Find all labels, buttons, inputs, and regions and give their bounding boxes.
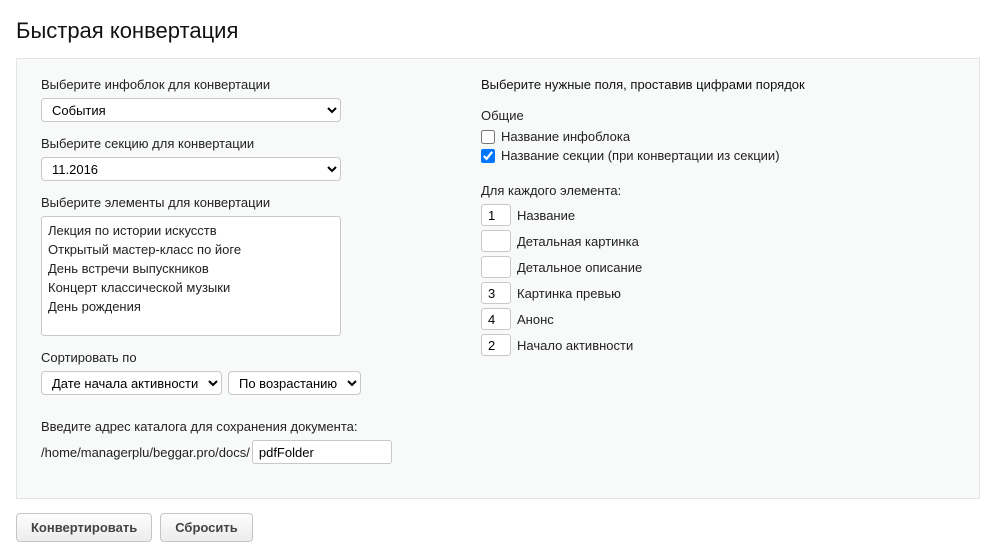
button-row: Конвертировать Сбросить <box>16 513 980 542</box>
order-input[interactable] <box>481 282 511 304</box>
section-select[interactable]: 11.2016 <box>41 157 341 181</box>
order-row: Детальное описание <box>481 256 955 278</box>
per-element-subheading: Для каждого элемента: <box>481 183 955 198</box>
order-label: Начало активности <box>517 338 633 353</box>
section-label: Выберите секцию для конвертации <box>41 136 441 151</box>
order-row: Название <box>481 204 955 226</box>
fields-heading: Выберите нужные поля, проставив цифрами … <box>481 77 955 92</box>
checkbox-label: Название секции (при конвертации из секц… <box>501 148 780 163</box>
order-input[interactable] <box>481 230 511 252</box>
field-checkbox[interactable] <box>481 149 495 163</box>
list-item[interactable]: День рождения <box>48 297 334 316</box>
list-item[interactable]: Лекция по истории искусств <box>48 221 334 240</box>
sort-order-select[interactable]: По возрастанию <box>228 371 361 395</box>
list-item[interactable]: Открытый мастер-класс по йоге <box>48 240 334 259</box>
sort-label: Сортировать по <box>41 350 441 365</box>
elements-listbox[interactable]: Лекция по истории искусствОткрытый масте… <box>41 216 341 336</box>
order-row: Начало активности <box>481 334 955 356</box>
elements-label: Выберите элементы для конвертации <box>41 195 441 210</box>
order-label: Анонс <box>517 312 554 327</box>
order-label: Название <box>517 208 575 223</box>
order-label: Детальная картинка <box>517 234 639 249</box>
field-checkbox[interactable] <box>481 130 495 144</box>
checkbox-label: Название инфоблока <box>501 129 630 144</box>
order-input[interactable] <box>481 334 511 356</box>
left-column: Выберите инфоблок для конвертации Событи… <box>41 77 441 478</box>
path-prefix: /home/managerplu/beggar.pro/docs/ <box>41 445 250 460</box>
path-label: Введите адрес каталога для сохранения до… <box>41 419 441 434</box>
infoblock-label: Выберите инфоблок для конвертации <box>41 77 441 92</box>
reset-button[interactable]: Сбросить <box>160 513 253 542</box>
order-input[interactable] <box>481 256 511 278</box>
order-input[interactable] <box>481 204 511 226</box>
right-column: Выберите нужные поля, проставив цифрами … <box>481 77 955 478</box>
order-row: Картинка превью <box>481 282 955 304</box>
path-input[interactable] <box>252 440 392 464</box>
sort-field-select[interactable]: Дате начала активности <box>41 371 222 395</box>
order-label: Картинка превью <box>517 286 621 301</box>
infoblock-select[interactable]: События <box>41 98 341 122</box>
order-input[interactable] <box>481 308 511 330</box>
list-item[interactable]: День встречи выпускников <box>48 259 334 278</box>
convert-button[interactable]: Конвертировать <box>16 513 152 542</box>
order-label: Детальное описание <box>517 260 642 275</box>
common-subheading: Общие <box>481 108 955 123</box>
page-title: Быстрая конвертация <box>16 18 980 44</box>
checkbox-row: Название инфоблока <box>481 129 955 144</box>
order-row: Детальная картинка <box>481 230 955 252</box>
order-row: Анонс <box>481 308 955 330</box>
list-item[interactable]: Концерт классической музыки <box>48 278 334 297</box>
main-panel: Выберите инфоблок для конвертации Событи… <box>16 58 980 499</box>
checkbox-row: Название секции (при конвертации из секц… <box>481 148 955 163</box>
